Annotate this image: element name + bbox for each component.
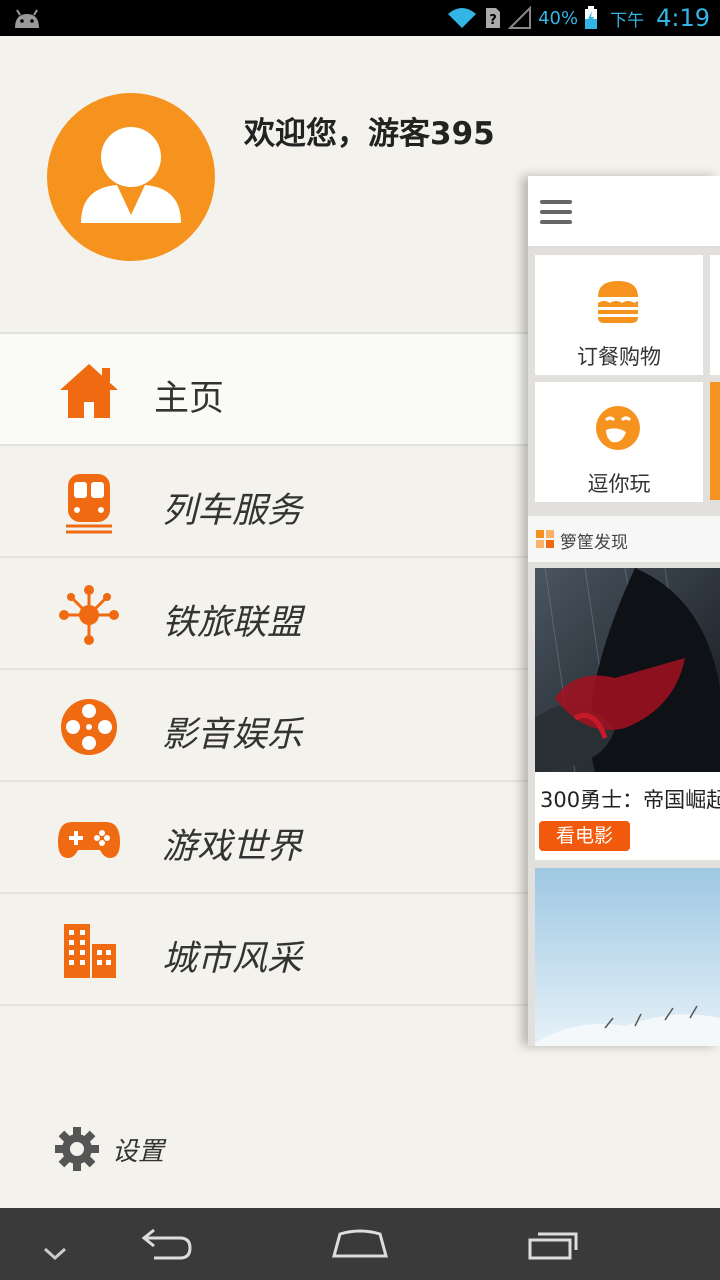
movie-poster[interactable] [535,568,720,772]
grid-icon [536,530,554,548]
second-card-image[interactable] [535,868,720,1046]
gamepad-icon [58,822,120,858]
discover-header: 箩筐发现 [528,516,720,562]
settings-label: 设置 [112,1136,165,1167]
tile-funny[interactable]: 逗你玩 [535,382,703,502]
unknown-sim-icon: ? [486,8,501,28]
back-icon[interactable] [140,1226,196,1262]
clock: 4:19 [656,4,710,32]
buildings-icon [64,924,116,978]
settings-button[interactable]: 设置 [54,1126,164,1172]
battery-charging-icon [585,6,598,29]
tile-food-shopping[interactable]: 订餐购物 [535,255,703,375]
menu-item-label: 主页 [154,379,225,419]
menu-item-label: 游戏世界 [162,827,303,867]
menu-item-label: 影音娱乐 [162,715,303,755]
gear-icon [55,1127,99,1171]
menu-item-label: 城市风采 [162,939,303,979]
tile-label: 订餐购物 [577,345,661,369]
menu-icon[interactable] [540,200,572,224]
signal-icon [508,6,532,29]
tile-partial[interactable] [710,255,720,375]
recent-apps-icon[interactable] [526,1226,582,1262]
network-icon [59,585,119,645]
smile-icon [596,406,640,450]
tile-partial-orange[interactable] [710,382,720,500]
tile-label: 逗你玩 [587,472,651,496]
movie-card[interactable]: 300勇士：帝国崛起 看电影 [535,568,720,860]
discover-label: 箩筐发现 [560,533,628,553]
main-content-panel: 订餐购物 逗你玩 箩筐发现 300勇士：帝国崛起 看电影 [528,176,720,1046]
wifi-icon [448,8,477,28]
home-nav-icon[interactable] [330,1226,390,1262]
status-bar: ? 40% 下午 4:19 [0,0,720,36]
time-ampm: 下午 [610,10,645,31]
menu-item-label: 列车服务 [162,491,303,531]
menu-item-label: 铁旅联盟 [162,603,303,643]
movie-title: 300勇士：帝国崛起 [540,788,720,812]
android-icon [15,9,39,28]
user-icon [81,127,181,223]
action-bar [528,176,720,248]
watch-movie-button[interactable]: 看电影 [539,821,630,851]
welcome-text: 欢迎您，游客395 [244,116,495,152]
battery-percent: 40% [538,7,579,29]
film-reel-icon [61,699,117,755]
train-icon [66,474,112,534]
burger-icon [598,281,638,323]
chevron-down-icon[interactable] [42,1236,68,1272]
home-icon [60,364,118,418]
system-nav-bar [0,1208,720,1280]
svg-text:?: ? [489,13,497,28]
avatar[interactable] [47,93,215,261]
